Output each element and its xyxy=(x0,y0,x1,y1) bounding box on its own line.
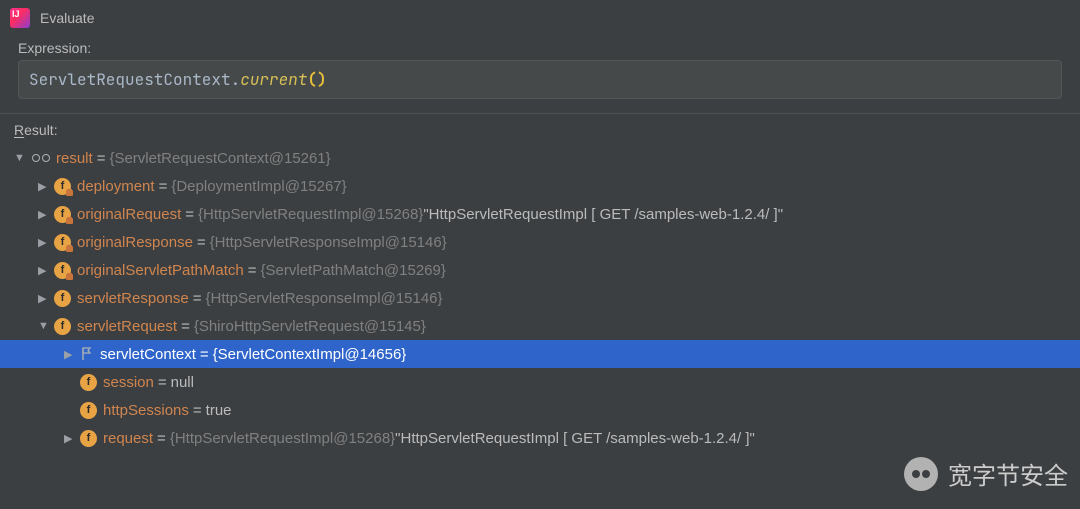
titlebar: Evaluate xyxy=(0,0,1080,34)
field-icon: f xyxy=(80,430,97,447)
field-icon: f xyxy=(80,374,97,391)
field-icon: f xyxy=(54,178,71,195)
tree-row[interactable]: ▶foriginalRequest = {HttpServletRequestI… xyxy=(0,200,1080,228)
result-label: Result: xyxy=(0,116,1080,142)
field-icon: f xyxy=(80,402,97,419)
chevron-right-icon[interactable]: ▶ xyxy=(38,292,52,305)
tree-row[interactable]: ▶fhttpSessions = true xyxy=(0,396,1080,424)
field-icon: f xyxy=(54,290,71,307)
expr-parens: () xyxy=(307,69,326,90)
tree-row[interactable]: ▶servletContext = {ServletContextImpl@14… xyxy=(0,340,1080,368)
chevron-down-icon[interactable]: ▼ xyxy=(14,152,28,164)
expression-label: Expression: xyxy=(0,34,1080,60)
tree-row[interactable]: ▶fservletResponse = {HttpServletResponse… xyxy=(0,284,1080,312)
tree-row[interactable]: ▶fsession = null xyxy=(0,368,1080,396)
tree-row[interactable]: ▶frequest = {HttpServletRequestImpl@1526… xyxy=(0,424,1080,452)
glasses-icon xyxy=(32,154,50,162)
expr-method: current xyxy=(240,69,307,90)
tree-row[interactable]: ▼fservletRequest = {ShiroHttpServletRequ… xyxy=(0,312,1080,340)
chevron-right-icon[interactable]: ▶ xyxy=(38,264,52,277)
tree-row[interactable]: ▶fdeployment = {DeploymentImpl@15267} xyxy=(0,172,1080,200)
field-icon: f xyxy=(54,262,71,279)
field-icon: f xyxy=(54,206,71,223)
intellij-icon xyxy=(10,8,30,28)
tree-row-result[interactable]: ▼result = {ServletRequestContext@15261} xyxy=(0,144,1080,172)
chevron-right-icon[interactable]: ▶ xyxy=(64,348,78,361)
tree-row[interactable]: ▶foriginalResponse = {HttpServletRespons… xyxy=(0,228,1080,256)
field-icon: f xyxy=(54,318,71,335)
watermark: 宽字节安全 xyxy=(904,456,1068,491)
evaluate-window: Evaluate Expression: ServletRequestConte… xyxy=(0,0,1080,509)
window-title: Evaluate xyxy=(40,10,94,26)
chevron-right-icon[interactable]: ▶ xyxy=(64,432,78,445)
flag-icon xyxy=(80,347,94,361)
chevron-down-icon[interactable]: ▼ xyxy=(38,320,52,332)
chevron-right-icon[interactable]: ▶ xyxy=(38,236,52,249)
wechat-icon xyxy=(904,457,938,491)
expr-class: ServletRequestContext xyxy=(29,69,231,90)
chevron-right-icon[interactable]: ▶ xyxy=(38,180,52,193)
chevron-right-icon[interactable]: ▶ xyxy=(38,208,52,221)
field-icon: f xyxy=(54,234,71,251)
tree-row[interactable]: ▶foriginalServletPathMatch = {ServletPat… xyxy=(0,256,1080,284)
result-tree[interactable]: ▼result = {ServletRequestContext@15261}▶… xyxy=(0,142,1080,452)
results-panel: Result: ▼result = {ServletRequestContext… xyxy=(0,113,1080,452)
expression-input[interactable]: ServletRequestContext.current() xyxy=(18,60,1062,99)
